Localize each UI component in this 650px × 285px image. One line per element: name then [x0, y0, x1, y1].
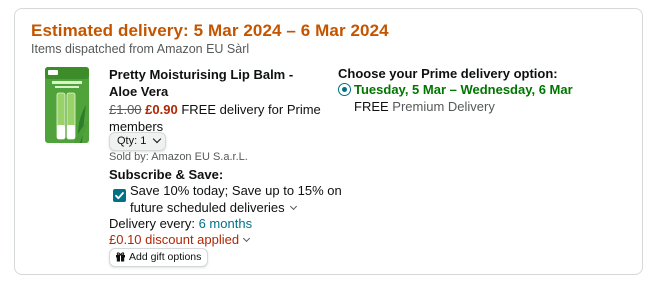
prime-option-type: FREE Premium Delivery: [354, 99, 495, 114]
price-line: £1.00 £0.90 FREE delivery for Prime memb…: [109, 101, 329, 135]
add-gift-options-label: Add gift options: [129, 251, 202, 263]
prime-delivery-heading: Choose your Prime delivery option:: [338, 66, 558, 81]
gift-icon: [116, 252, 125, 262]
seller-info: Sold by: Amazon EU S.a.r.L.: [109, 151, 248, 163]
dispatch-info: Items dispatched from Amazon EU Sàrl: [31, 42, 250, 56]
chevron-down-icon: [289, 202, 297, 211]
quantity-value: 1: [140, 135, 147, 147]
delivery-frequency-link[interactable]: 6 months: [199, 216, 252, 231]
chevron-down-icon: [243, 234, 251, 243]
add-gift-options-button[interactable]: Add gift options: [109, 248, 209, 267]
subscribe-offer-text: Save 10% today; Save up to 15% on future…: [130, 183, 342, 215]
original-price: £1.00: [109, 102, 142, 117]
prime-option-free: FREE: [354, 99, 389, 114]
prime-option-label: Premium Delivery: [392, 99, 495, 114]
prime-option-radio[interactable]: [338, 83, 351, 96]
discount-applied[interactable]: £0.10 discount applied: [109, 232, 251, 247]
quantity-label: Qty:: [117, 135, 138, 147]
subscribe-save-heading: Subscribe & Save:: [109, 167, 224, 182]
subscribe-checkbox[interactable]: [113, 189, 126, 202]
delivery-card: Estimated delivery: 5 Mar 2024 – 6 Mar 2…: [14, 8, 643, 275]
discounted-price: £0.90: [145, 102, 178, 117]
estimated-delivery-heading: Estimated delivery: 5 Mar 2024 – 6 Mar 2…: [31, 21, 389, 40]
product-title[interactable]: Pretty Moisturising Lip Balm - Aloe Vera: [109, 66, 319, 100]
delivery-frequency-label: Delivery every:: [109, 216, 195, 231]
product-image[interactable]: [44, 65, 90, 145]
subscribe-offer[interactable]: Save 10% today; Save up to 15% on future…: [130, 182, 345, 216]
delivery-frequency: Delivery every: 6 months: [109, 216, 252, 231]
checkmark-icon: [115, 192, 124, 200]
chevron-down-icon: [153, 134, 162, 144]
prime-option-date[interactable]: Tuesday, 5 Mar – Wednesday, 6 Mar: [354, 82, 573, 97]
discount-text: £0.10 discount applied: [109, 232, 240, 247]
quantity-dropdown[interactable]: Qty: 1: [109, 132, 167, 151]
